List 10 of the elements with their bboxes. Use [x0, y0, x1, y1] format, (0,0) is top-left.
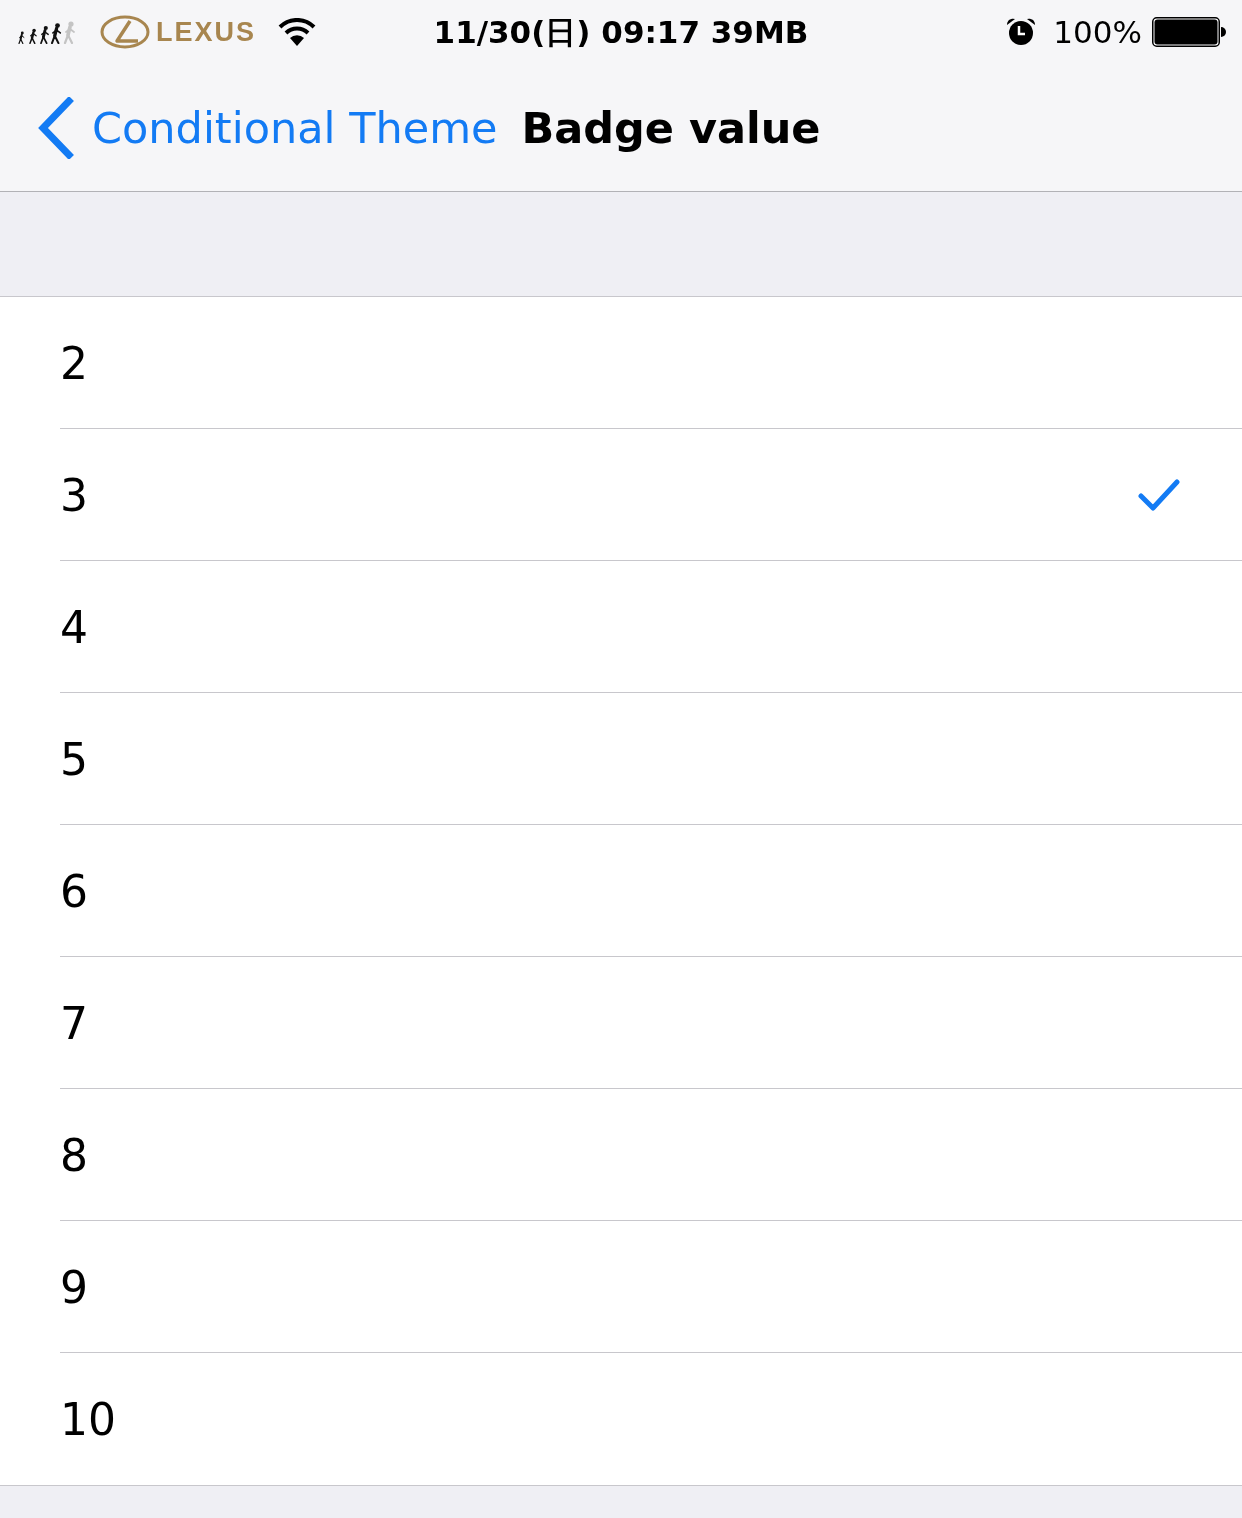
- status-datetime: 11/30(日) 09:17 39MB: [433, 16, 809, 48]
- wifi-icon: [278, 18, 317, 46]
- emblem-icon: [100, 15, 150, 49]
- battery-percent: 100%: [1053, 16, 1142, 48]
- battery-icon: [1152, 17, 1226, 47]
- back-button[interactable]: Conditional Theme: [36, 96, 498, 159]
- carrier-logo-text: LEXUS: [156, 18, 257, 46]
- back-chevron-icon: [36, 96, 74, 159]
- alarm-clock-icon: [1005, 17, 1038, 47]
- nav-title: Badge value: [521, 102, 821, 153]
